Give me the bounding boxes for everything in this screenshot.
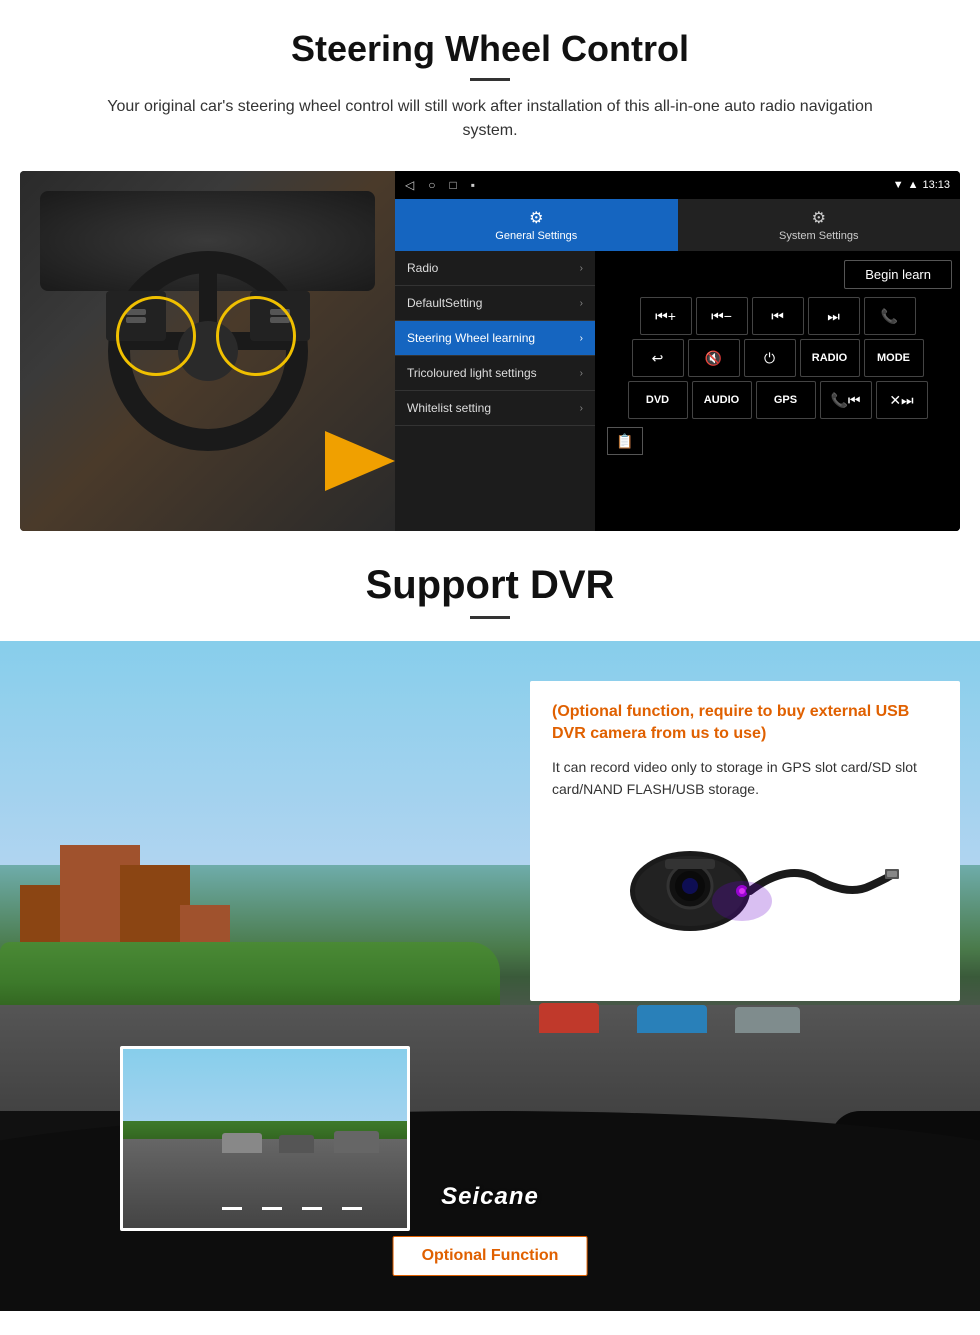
prev-track-button[interactable]: ⏮	[752, 297, 804, 335]
dvr-title: Support DVR	[20, 563, 960, 608]
button-grid: Begin learn ⏮+ ⏮− ⏮ ⏭ 📞 ↩ 🔇 ⏻	[595, 251, 960, 531]
seicane-brand: Seicane	[441, 1183, 539, 1211]
wheel-right-highlight	[216, 296, 296, 376]
phone-button[interactable]: 📞	[864, 297, 916, 335]
dvr-camera-illustration	[552, 821, 938, 981]
steering-composite: ◁ ○ □ ▪ ▼ ▲ 13:13 ⚙ General Settings	[20, 171, 960, 531]
menu-item-steering[interactable]: Steering Wheel learning ›	[395, 321, 595, 356]
wheel-left-highlight	[116, 296, 196, 376]
dvr-divider	[470, 616, 510, 619]
menu-item-whitelist[interactable]: Whitelist setting ›	[395, 391, 595, 426]
control-row-1: ⏮+ ⏮− ⏮ ⏭ 📞	[599, 297, 956, 335]
signal-icon: ▲	[908, 179, 919, 191]
vol-up-button[interactable]: ⏮+	[640, 297, 692, 335]
section1-title-area: Steering Wheel Control Your original car…	[0, 0, 980, 155]
section1-subtitle: Your original car's steering wheel contr…	[80, 95, 900, 143]
begin-learn-button[interactable]: Begin learn	[844, 260, 952, 289]
menu-radio-label: Radio	[407, 261, 580, 275]
topbar-status: ▼ ▲ 13:13	[893, 179, 950, 191]
panel-body: Radio › DefaultSetting › Steering Wheel …	[395, 251, 960, 531]
car-image	[20, 171, 395, 531]
chevron-icon-active: ›	[580, 333, 583, 344]
dvr-section: Support DVR (Optional function, require	[0, 531, 980, 1311]
dvr-optional-text: (Optional function, require to buy exter…	[552, 701, 938, 746]
chevron-icon: ›	[580, 403, 583, 414]
dvd-button[interactable]: DVD	[628, 381, 688, 419]
chevron-icon: ›	[580, 298, 583, 309]
topbar-time: 13:13	[922, 179, 950, 191]
dvr-camera-svg	[590, 821, 900, 976]
topbar-nav: ◁ ○ □ ▪	[405, 178, 475, 192]
begin-learn-row: Begin learn	[599, 255, 956, 293]
menu-item-tricoloured[interactable]: Tricoloured light settings ›	[395, 356, 595, 391]
menu-item-defaultsetting[interactable]: DefaultSetting ›	[395, 286, 595, 321]
dvr-thumbnail	[120, 1046, 410, 1231]
nav-menu-icon[interactable]: ▪	[471, 178, 475, 192]
mute-next-button[interactable]: ✕⏭	[876, 381, 928, 419]
android-topbar: ◁ ○ □ ▪ ▼ ▲ 13:13	[395, 171, 960, 199]
gps-button[interactable]: GPS	[756, 381, 816, 419]
phone-prev-button[interactable]: 📞⏮	[820, 381, 872, 419]
mode-button[interactable]: MODE	[864, 339, 924, 377]
tab-general-settings[interactable]: ⚙ General Settings	[395, 199, 678, 251]
menu-tricoloured-label: Tricoloured light settings	[407, 366, 580, 380]
whitelist-row: 📋	[599, 423, 956, 459]
dvr-description: It can record video only to storage in G…	[552, 756, 938, 801]
nav-home-icon[interactable]: ○	[428, 178, 435, 192]
chevron-icon: ›	[580, 263, 583, 274]
control-row-2: ↩ 🔇 ⏻ RADIO MODE	[599, 339, 956, 377]
wifi-icon: ▼	[893, 179, 904, 191]
arrow-indicator	[325, 431, 395, 491]
whitelist-icon: 📋	[607, 427, 643, 455]
gear-icon-general: ⚙	[529, 208, 543, 228]
steering-section: Steering Wheel Control Your original car…	[0, 0, 980, 531]
menu-default-label: DefaultSetting	[407, 296, 580, 310]
dvr-title-area: Support DVR	[0, 531, 980, 635]
nav-recents-icon[interactable]: □	[449, 178, 456, 192]
chevron-icon: ›	[580, 368, 583, 379]
gear-icon-system: ⚙	[812, 208, 826, 228]
optional-function-button[interactable]: Optional Function	[393, 1236, 588, 1276]
steering-wheel	[98, 241, 318, 461]
tab-general-label: General Settings	[495, 230, 577, 242]
next-track-button[interactable]: ⏭	[808, 297, 860, 335]
optional-function-row: Optional Function	[393, 1236, 588, 1276]
android-panel: ◁ ○ □ ▪ ▼ ▲ 13:13 ⚙ General Settings	[395, 171, 960, 531]
audio-button[interactable]: AUDIO	[692, 381, 752, 419]
tab-system-label: System Settings	[779, 230, 858, 242]
tab-system-settings[interactable]: ⚙ System Settings	[678, 199, 961, 251]
title-divider	[470, 78, 510, 81]
mute-button[interactable]: 🔇	[688, 339, 740, 377]
vol-down-button[interactable]: ⏮−	[696, 297, 748, 335]
radio-button[interactable]: RADIO	[800, 339, 860, 377]
section1-title: Steering Wheel Control	[20, 28, 960, 70]
menu-whitelist-label: Whitelist setting	[407, 401, 580, 415]
menu-list: Radio › DefaultSetting › Steering Wheel …	[395, 251, 595, 531]
control-row-3: DVD AUDIO GPS 📞⏮ ✕⏭	[599, 381, 956, 419]
back-button[interactable]: ↩	[632, 339, 684, 377]
power-button[interactable]: ⏻	[744, 339, 796, 377]
nav-back-icon[interactable]: ◁	[405, 178, 414, 192]
menu-steering-label: Steering Wheel learning	[407, 331, 580, 345]
dvr-info-box: (Optional function, require to buy exter…	[530, 681, 960, 1001]
menu-item-radio[interactable]: Radio ›	[395, 251, 595, 286]
settings-tabs: ⚙ General Settings ⚙ System Settings	[395, 199, 960, 251]
